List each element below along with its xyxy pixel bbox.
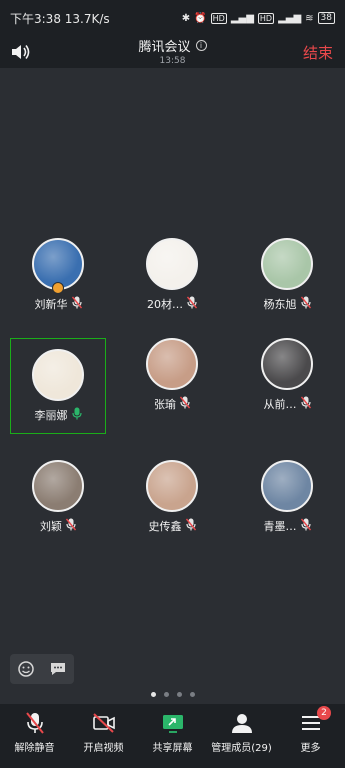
meeting-title[interactable]: 腾讯会议 i	[138, 36, 207, 55]
members-icon	[231, 714, 252, 733]
share-screen-icon	[162, 715, 183, 733]
emoji-icon[interactable]	[17, 660, 35, 678]
more-button[interactable]: 更多 2	[276, 704, 345, 768]
participant-name-row: 青墨…	[239, 518, 335, 534]
hd-icon-2: HD	[257, 12, 275, 24]
participant-name-row: 20材…	[124, 296, 220, 312]
mic-muted-icon	[179, 396, 191, 412]
mic-on-icon	[71, 407, 82, 423]
page-dot	[150, 692, 156, 697]
quick-controls	[10, 654, 74, 684]
participant-name-row: 刘新华	[10, 296, 106, 312]
alarm-icon: ⏰	[194, 12, 207, 24]
participant-tile[interactable]: 青墨…	[239, 460, 335, 556]
more-label: 更多	[300, 743, 321, 754]
participant-tile[interactable]: 史传鑫	[124, 460, 220, 556]
mic-muted-icon	[25, 712, 44, 734]
mic-muted-icon	[300, 518, 311, 534]
page-indicator	[0, 692, 345, 697]
start-video-label: 开启视频	[83, 743, 124, 754]
participant-tile[interactable]: 杨东旭	[239, 238, 335, 334]
video-off-icon	[92, 713, 115, 733]
meeting-toolbar: 解除静音 开启视频 共享屏幕 管理成员(29) 更多 2	[0, 704, 345, 768]
meeting-header: 腾讯会议 i 13:58 结束	[0, 36, 345, 68]
unmute-button[interactable]: 解除静音	[0, 704, 69, 768]
participant-name-row: 李丽娜	[11, 407, 105, 423]
participant-name: 史传鑫	[148, 520, 182, 533]
share-screen-label: 共享屏幕	[152, 743, 193, 754]
meeting-title-text: 腾讯会议	[138, 40, 191, 55]
participant-name-row: 杨东旭	[239, 296, 335, 312]
bluetooth-icon: ✱	[181, 12, 191, 24]
status-bar: 下午3:38 13.7K/s ✱ ⏰ HD ▂▄▆ HD ▂▄▆ ≋ 38	[0, 0, 345, 36]
participant-name: 杨东旭	[263, 298, 297, 311]
manage-members-label: 管理成员(29)	[211, 743, 272, 754]
avatar	[32, 349, 84, 401]
avatar	[146, 238, 198, 290]
wifi-icon: ≋	[305, 12, 314, 24]
share-screen-button[interactable]: 共享屏幕	[138, 704, 207, 768]
participant-name: 从前…	[263, 398, 297, 411]
avatar	[261, 338, 313, 390]
participant-name: 20材…	[147, 298, 183, 311]
participant-tile[interactable]: 刘颖	[10, 460, 106, 556]
mic-muted-icon	[65, 518, 77, 534]
mic-muted-icon	[186, 296, 198, 312]
participant-name-row: 史传鑫	[124, 518, 220, 534]
mic-muted-icon	[71, 296, 82, 312]
end-meeting-button[interactable]: 结束	[303, 42, 333, 63]
manage-members-button[interactable]: 管理成员(29)	[207, 704, 276, 768]
participant-name: 张瑜	[154, 398, 176, 411]
mic-muted-icon	[300, 296, 311, 312]
host-badge-icon	[52, 282, 64, 294]
participant-name: 李丽娜	[34, 409, 68, 422]
status-time-speed: 下午3:38 13.7K/s	[10, 11, 110, 26]
chat-icon[interactable]	[49, 660, 67, 678]
participant-tile[interactable]: 刘新华	[10, 238, 106, 334]
participant-name-row: 张瑜	[124, 396, 220, 412]
participant-name-row: 从前…	[239, 396, 335, 412]
participant-name: 刘颖	[40, 520, 62, 533]
page-dot	[163, 692, 169, 697]
info-icon[interactable]: i	[195, 40, 207, 51]
mic-muted-icon	[185, 518, 196, 534]
signal-icon: ▂▄▆	[230, 12, 254, 24]
battery-icon: 38	[317, 12, 335, 24]
hd-icon: HD	[210, 12, 227, 24]
unmute-label: 解除静音	[14, 743, 55, 754]
participant-tile[interactable]: 张瑜	[124, 338, 220, 434]
participant-tile[interactable]: 20材…	[124, 238, 220, 334]
avatar	[146, 460, 198, 512]
page-dot	[189, 692, 195, 697]
mic-muted-icon	[300, 396, 311, 412]
signal-icon-2: ▂▄▆	[278, 12, 302, 24]
more-badge: 2	[317, 706, 331, 720]
participant-tile[interactable]: 李丽娜	[10, 338, 106, 434]
participant-tile[interactable]: 从前…	[239, 338, 335, 434]
participant-name: 青墨…	[263, 520, 297, 533]
avatar	[261, 238, 313, 290]
participant-name-row: 刘颖	[10, 518, 106, 534]
avatar	[261, 460, 313, 512]
start-video-button[interactable]: 开启视频	[69, 704, 138, 768]
page-dot	[176, 692, 182, 697]
meeting-timer: 13:58	[159, 56, 186, 66]
avatar	[32, 460, 84, 512]
avatar	[146, 338, 198, 390]
participant-name: 刘新华	[34, 298, 68, 311]
